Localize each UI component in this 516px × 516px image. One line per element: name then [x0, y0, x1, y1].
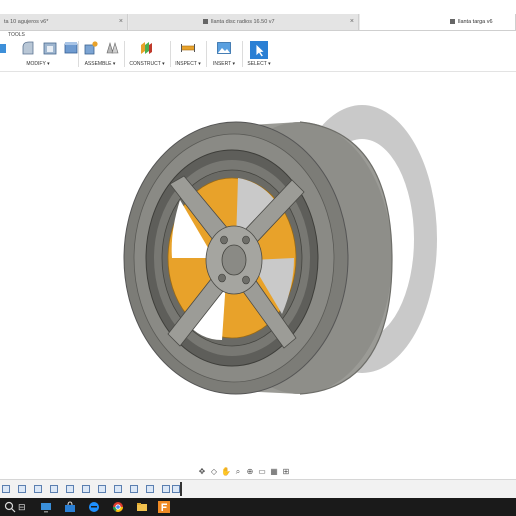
store-icon[interactable] — [64, 501, 76, 513]
timeline-feature[interactable] — [98, 485, 106, 493]
timeline-feature[interactable] — [2, 485, 10, 493]
assemble-menu-label[interactable]: ASSEMBLE ▾ — [80, 61, 120, 67]
wheel-model-render[interactable] — [0, 72, 516, 458]
look-at-icon[interactable]: ◇ — [208, 467, 220, 477]
inspect-group[interactable]: INSPECT ▾ — [172, 39, 204, 69]
shell-icon[interactable] — [43, 41, 57, 55]
pan-hand-icon[interactable]: ✋ — [220, 467, 232, 477]
timeline-feature[interactable] — [172, 485, 180, 493]
toolbar-divider — [206, 41, 207, 67]
insert-group[interactable]: INSERT ▾ — [208, 39, 240, 69]
3d-viewport[interactable] — [0, 72, 516, 458]
press-pull-icon[interactable] — [0, 41, 14, 55]
tab-document-3-active[interactable]: llanta targa v6 — [360, 14, 516, 30]
construct-group[interactable]: CONSTRUCT ▾ — [126, 39, 168, 69]
insert-image-icon[interactable] — [217, 41, 231, 55]
timeline-feature[interactable] — [82, 485, 90, 493]
fit-icon[interactable]: ⊕ — [244, 467, 256, 477]
grid-settings-icon[interactable]: ▦ — [268, 467, 280, 477]
file-explorer-icon[interactable] — [136, 501, 148, 513]
timeline-feature[interactable] — [146, 485, 154, 493]
joint-icon[interactable] — [105, 41, 119, 55]
timeline-feature[interactable] — [50, 485, 58, 493]
combine-icon[interactable] — [64, 41, 78, 55]
select-arrow-icon[interactable] — [250, 41, 268, 59]
tab-document-1[interactable]: ta 10 agujeros v6* × — [0, 14, 128, 30]
search-icon[interactable] — [4, 501, 16, 513]
toolbar-divider — [242, 41, 243, 67]
toolbar-divider — [78, 41, 79, 67]
timeline-feature[interactable] — [18, 485, 26, 493]
new-component-icon[interactable] — [84, 41, 98, 55]
timeline-feature[interactable] — [162, 485, 170, 493]
tab-label: ta 10 agujeros v6* — [4, 19, 49, 25]
select-group[interactable]: SELECT ▾ — [244, 39, 274, 69]
desktop-icon[interactable] — [40, 501, 52, 513]
tools-section-label: TOOLS — [8, 32, 25, 38]
inspect-menu-label[interactable]: INSPECT ▾ — [172, 61, 204, 67]
insert-menu-label[interactable]: INSERT ▾ — [208, 61, 240, 67]
os-taskbar: ⊟ — [0, 498, 516, 516]
tab-document-2[interactable]: llanta disc radios 16.50 v7 × — [129, 14, 359, 30]
zoom-icon[interactable]: ⌕ — [232, 467, 244, 477]
tab-label: llanta disc radios 16.50 v7 — [211, 19, 275, 25]
timeline-feature[interactable] — [130, 485, 138, 493]
timeline-feature[interactable] — [34, 485, 42, 493]
design-history-timeline — [0, 479, 516, 498]
select-menu-label[interactable]: SELECT ▾ — [244, 61, 274, 67]
display-settings-icon[interactable]: ▭ — [256, 467, 268, 477]
task-view-icon[interactable]: ⊟ — [18, 501, 26, 513]
fillet-icon[interactable] — [21, 41, 35, 55]
document-tab-bar: ta 10 agujeros v6* × llanta disc radios … — [0, 14, 516, 31]
tab-label: llanta targa v6 — [458, 19, 493, 25]
timeline-feature[interactable] — [114, 485, 122, 493]
measure-icon[interactable] — [181, 41, 195, 55]
toolbar-divider — [170, 41, 171, 67]
viewports-icon[interactable]: ⊞ — [280, 467, 292, 477]
toolbar-divider — [124, 41, 125, 67]
timeline-feature[interactable] — [66, 485, 74, 493]
close-icon[interactable]: × — [119, 14, 123, 30]
assemble-group[interactable]: ASSEMBLE ▾ — [80, 39, 120, 69]
viewport-navigation-bar: ✥ ◇ ✋ ⌕ ⊕ ▭ ▦ ⊞ — [196, 461, 320, 476]
ribbon-toolbar: TOOLS MODIFY ▾ ASSEMBLE ▾ CONSTRUCT ▾ IN… — [0, 31, 516, 72]
chrome-icon[interactable] — [112, 501, 124, 513]
document-icon — [203, 19, 208, 25]
edge-browser-icon[interactable] — [88, 501, 100, 513]
document-icon — [450, 19, 455, 25]
window-top-edge — [0, 0, 516, 14]
construct-menu-label[interactable]: CONSTRUCT ▾ — [126, 61, 168, 67]
offset-plane-icon[interactable] — [139, 41, 153, 55]
fusion360-app-icon[interactable] — [158, 501, 170, 513]
orbit-icon[interactable]: ✥ — [196, 467, 208, 477]
modify-menu-label[interactable]: MODIFY ▾ — [0, 61, 76, 67]
modify-group[interactable]: MODIFY ▾ — [0, 39, 78, 69]
center-cap — [221, 244, 247, 276]
close-icon[interactable]: × — [350, 14, 354, 30]
timeline-marker[interactable] — [180, 482, 182, 496]
